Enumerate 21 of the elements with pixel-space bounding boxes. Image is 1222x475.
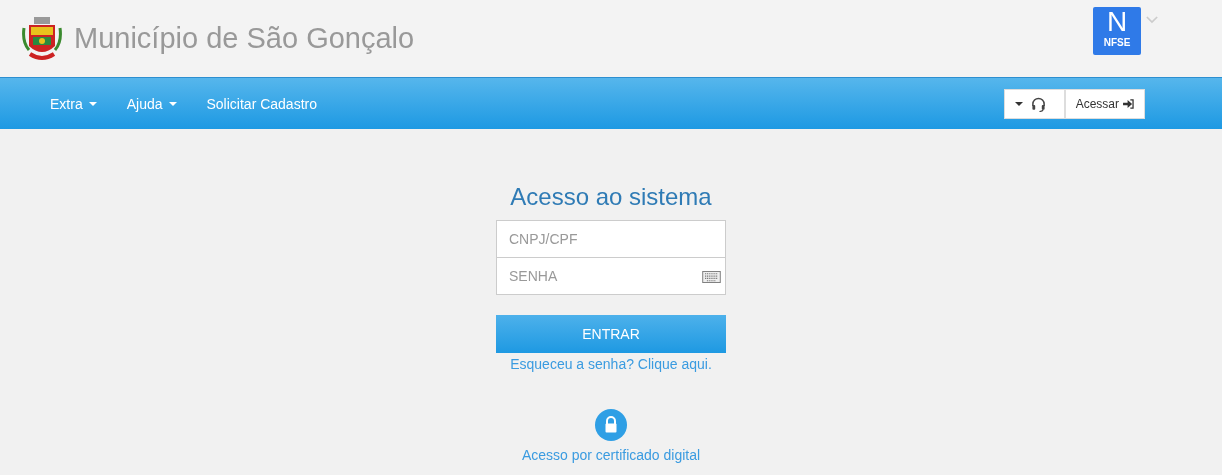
caret-down-icon <box>88 101 97 106</box>
headset-icon <box>1030 95 1046 112</box>
sign-in-icon <box>1123 98 1134 109</box>
nav-menu-item[interactable]: Ajuda <box>126 95 177 112</box>
input-field[interactable]: CNPJ/CPF <box>496 220 726 258</box>
caret-down-icon <box>1014 101 1023 106</box>
login-button[interactable]: Acessar <box>1064 88 1145 119</box>
coat-of-arms-logo <box>21 15 63 62</box>
nav-menu-item[interactable]: Extra <box>50 95 97 112</box>
login-title: Acesso ao sistema <box>510 183 712 211</box>
caret-down-icon <box>168 101 177 106</box>
nav-menu-item[interactable]: Solicitar Cadastro <box>206 95 317 112</box>
input-field[interactable]: SENHA <box>496 258 726 295</box>
nfse-logo[interactable]: N NFSE <box>1093 7 1141 55</box>
site-title: Município de São Gonçalo <box>74 22 415 55</box>
forgot-password-link[interactable]: Esqueceu a senha? Clique aqui. <box>510 356 712 372</box>
certificate-login-link[interactable]: Acesso por certificado digital <box>521 447 701 463</box>
lock-icon[interactable] <box>595 409 627 441</box>
keyboard-icon[interactable] <box>702 271 721 283</box>
support-dropdown-button[interactable] <box>1003 88 1065 119</box>
submit-button[interactable]: ENTRAR <box>496 315 726 353</box>
